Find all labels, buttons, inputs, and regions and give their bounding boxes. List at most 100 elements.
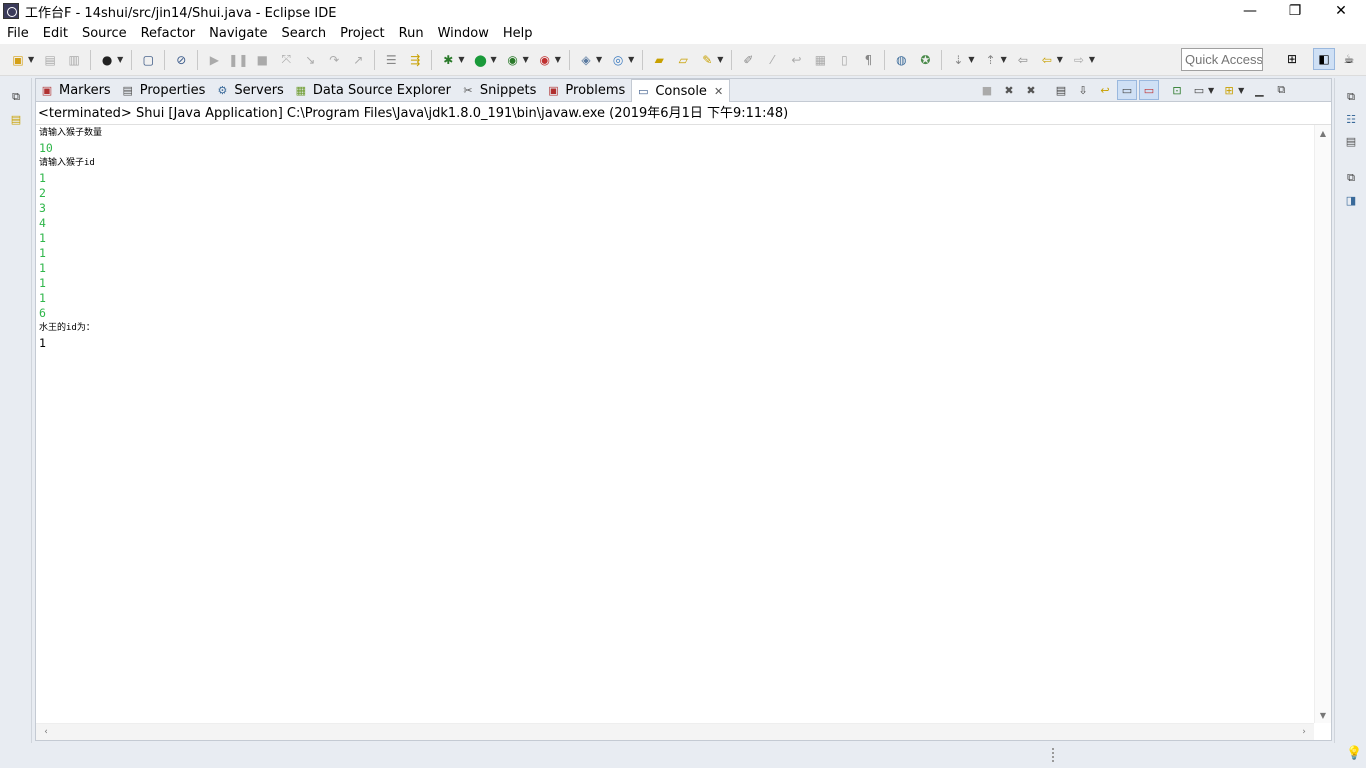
restore-button[interactable]: ❐ (1272, 0, 1318, 22)
close-button[interactable]: ✕ (1318, 0, 1364, 22)
step-into-icon[interactable]: ↘ (301, 51, 319, 69)
remove-all-terminated-icon[interactable]: ✖ (1021, 80, 1041, 100)
debug-dropdown-icon[interactable]: ▼ (458, 55, 464, 64)
clear-console-icon[interactable]: ▤ (1051, 80, 1071, 100)
external-tools-dropdown-icon[interactable]: ▼ (555, 55, 561, 64)
open-type-icon[interactable]: ▰ (650, 51, 668, 69)
terminal-icon[interactable]: ▢ (139, 51, 157, 69)
restore-view-icon[interactable]: ⧉ (1342, 88, 1360, 106)
external-tools-icon[interactable]: ◉ (536, 51, 554, 69)
pin-console-icon[interactable]: ⊡ (1167, 80, 1187, 100)
new-dropdown-icon[interactable]: ▼ (28, 55, 34, 64)
outline-icon[interactable]: ☷ (1342, 110, 1360, 128)
tab-markers[interactable]: ▣ Markers (36, 79, 117, 101)
profile-icon[interactable]: ● (98, 51, 116, 69)
forward-dropdown-icon[interactable]: ▼ (1089, 55, 1095, 64)
toggle-word-wrap-icon[interactable]: ↩ (787, 51, 805, 69)
vertical-scrollbar[interactable]: ▲ ▼ (1314, 125, 1331, 723)
save-icon[interactable]: ▤ (41, 51, 59, 69)
tab-properties[interactable]: ▤ Properties (117, 79, 212, 101)
console-output[interactable]: 请输入猴子数量 10 请输入猴子id 1 2 3 4 1 1 1 1 1 6 水… (39, 126, 1309, 724)
use-step-filters-icon[interactable]: ☰ (382, 51, 400, 69)
menu-file[interactable]: File (7, 26, 29, 41)
menu-source[interactable]: Source (82, 26, 127, 41)
toggle-mark-occurrences-icon[interactable]: ✐ (739, 51, 757, 69)
terminate-icon[interactable]: ■ (253, 51, 271, 69)
menu-window[interactable]: Window (438, 26, 489, 41)
open-console-icon[interactable]: ⊞ (1219, 80, 1239, 100)
display-console-icon[interactable]: ▭ (1189, 80, 1209, 100)
save-all-icon[interactable]: ▥ (65, 51, 83, 69)
coverage-dropdown-icon[interactable]: ▼ (523, 55, 529, 64)
toggle-block-selection-icon[interactable]: ▦ (811, 51, 829, 69)
scroll-down-icon[interactable]: ▼ (1315, 707, 1331, 723)
web-services-icon[interactable]: ✪ (916, 51, 934, 69)
web-browser-icon[interactable]: ◍ (892, 51, 910, 69)
maximize-view-icon[interactable]: ⧉ (1271, 80, 1291, 100)
tab-console[interactable]: ▭ Console ✕ (631, 79, 731, 102)
terminate-icon[interactable]: ■ (977, 80, 997, 100)
last-edit-location-icon[interactable]: ⇦ (1014, 51, 1032, 69)
show-on-stderr-icon[interactable]: ▭ (1139, 80, 1159, 100)
back-icon[interactable]: ⇦ (1038, 51, 1056, 69)
disconnect-icon[interactable]: ⤧ (277, 51, 295, 69)
menu-run[interactable]: Run (399, 26, 424, 41)
horizontal-scrollbar[interactable]: ‹ › (36, 723, 1314, 740)
open-task-icon[interactable]: ▱ (674, 51, 692, 69)
new-icon[interactable]: ▣ (9, 51, 27, 69)
menu-help[interactable]: Help (503, 26, 533, 41)
tip-of-the-day-icon[interactable]: 💡 (1346, 746, 1362, 764)
scroll-right-icon[interactable]: › (1296, 724, 1312, 740)
search-dropdown-icon[interactable]: ▼ (717, 55, 723, 64)
java-perspective-icon[interactable]: ☕ (1338, 48, 1360, 70)
tab-data-source-explorer[interactable]: ▦ Data Source Explorer (290, 79, 457, 101)
suspend-icon[interactable]: ❚❚ (228, 51, 248, 69)
drop-to-frame-icon[interactable]: ⇶ (406, 51, 424, 69)
menu-search[interactable]: Search (281, 26, 326, 41)
tab-servers[interactable]: ⚙ Servers (211, 79, 289, 101)
scroll-up-icon[interactable]: ▲ (1315, 125, 1331, 141)
java-ee-perspective-icon[interactable]: ◧ (1313, 48, 1335, 70)
show-whitespace-icon[interactable]: ▯ (835, 51, 853, 69)
scroll-lock-icon[interactable]: ⇩ (1073, 80, 1093, 100)
menu-navigate[interactable]: Navigate (209, 26, 267, 41)
tab-problems[interactable]: ▣ Problems (542, 79, 631, 101)
package-explorer-icon[interactable]: ▤ (7, 110, 25, 128)
scroll-left-icon[interactable]: ‹ (38, 724, 54, 740)
menu-refactor[interactable]: Refactor (141, 26, 196, 41)
menu-edit[interactable]: Edit (43, 26, 68, 41)
forward-icon[interactable]: ⇨ (1070, 51, 1088, 69)
new-java-project-icon[interactable]: ◈ (577, 51, 595, 69)
tab-snippets[interactable]: ✂ Snippets (457, 79, 542, 101)
previous-annotation-icon[interactable]: ⇡ (982, 51, 1000, 69)
resume-icon[interactable]: ▶ (205, 51, 223, 69)
toggle-breadcrumb-icon[interactable]: ⁄ (763, 51, 781, 69)
pilcrow-icon[interactable]: ¶ (859, 51, 877, 69)
next-annotation-icon[interactable]: ⇣ (949, 51, 967, 69)
profile-dropdown-icon[interactable]: ▼ (117, 55, 123, 64)
new-java-class-icon[interactable]: ◎ (609, 51, 627, 69)
word-wrap-icon[interactable]: ↩ (1095, 80, 1115, 100)
close-tab-icon[interactable]: ✕ (714, 85, 723, 98)
menu-project[interactable]: Project (340, 26, 384, 41)
view-panel-icon[interactable]: ◨ (1342, 191, 1360, 209)
new-java-project-dropdown-icon[interactable]: ▼ (596, 55, 602, 64)
remove-launch-icon[interactable]: ✖ (999, 80, 1019, 100)
back-dropdown-icon[interactable]: ▼ (1057, 55, 1063, 64)
new-java-class-dropdown-icon[interactable]: ▼ (628, 55, 634, 64)
step-return-icon[interactable]: ↗ (349, 51, 367, 69)
minimize-button[interactable]: — (1227, 0, 1273, 22)
search-icon[interactable]: ✎ (698, 51, 716, 69)
next-annotation-dropdown-icon[interactable]: ▼ (968, 55, 974, 64)
restore-view-icon[interactable]: ⧉ (1342, 169, 1360, 187)
run-dropdown-icon[interactable]: ▼ (490, 55, 496, 64)
coverage-icon[interactable]: ◉ (504, 51, 522, 69)
task-list-icon[interactable]: ▤ (1342, 132, 1360, 150)
previous-annotation-dropdown-icon[interactable]: ▼ (1001, 55, 1007, 64)
restore-view-icon[interactable]: ⧉ (7, 88, 25, 106)
status-bar-grip[interactable] (1052, 748, 1055, 762)
open-console-dropdown-icon[interactable]: ▼ (1238, 86, 1244, 95)
run-icon[interactable]: ● (471, 51, 489, 69)
debug-icon[interactable]: ✱ (439, 51, 457, 69)
step-over-icon[interactable]: ↷ (325, 51, 343, 69)
